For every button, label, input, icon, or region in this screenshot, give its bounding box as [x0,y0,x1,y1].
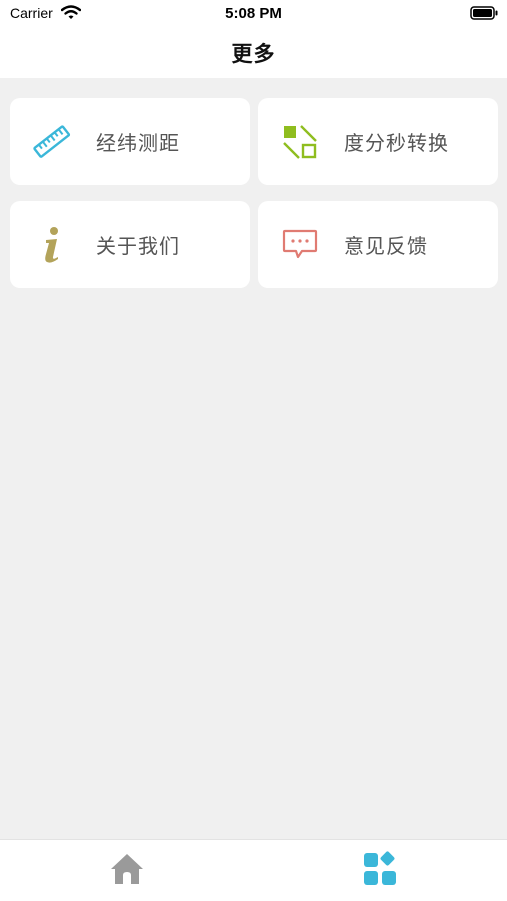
info-icon [32,225,72,265]
top-bar: Carrier 5:08 PM 更多 [0,0,507,78]
menu-card-dms-convert[interactable]: 度分秒转换 [258,98,498,185]
page-title: 更多 [231,42,276,66]
tab-home[interactable] [108,852,146,890]
tab-bar [0,839,507,901]
menu-card-label: 意见反馈 [344,234,428,258]
menu-card-label: 度分秒转换 [344,131,449,155]
menu-grid: 经纬测距 度分秒转换 关于我们 意见反馈 [10,98,498,288]
tab-more[interactable] [361,851,399,891]
menu-card-distance[interactable]: 经纬测距 [10,98,250,185]
menu-card-label: 经纬测距 [96,131,180,155]
status-time: 5:08 PM [225,5,282,22]
home-icon [109,851,145,891]
apps-icon [362,851,398,891]
menu-card-feedback[interactable]: 意见反馈 [258,201,498,288]
battery-icon [470,5,499,20]
status-bar: Carrier 5:08 PM [0,0,507,28]
convert-icon [280,122,320,162]
feedback-icon [280,225,320,265]
ruler-icon [32,122,72,162]
menu-card-label: 关于我们 [96,234,180,258]
menu-card-about[interactable]: 关于我们 [10,201,250,288]
